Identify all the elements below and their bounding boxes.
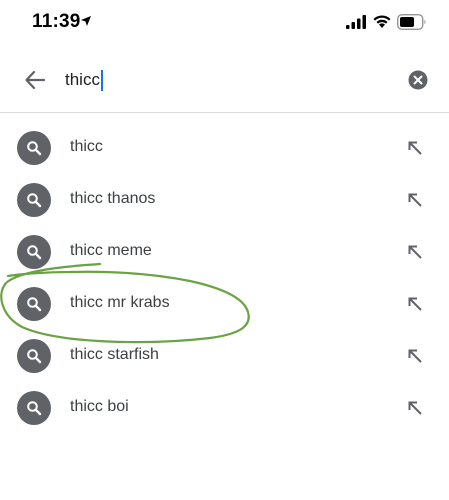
wifi-icon <box>373 15 391 28</box>
fill-query-arrow-icon[interactable] <box>406 399 424 417</box>
suggestion-label: thicc meme <box>70 242 152 259</box>
search-icon <box>17 183 51 217</box>
suggestion-label: thicc boi <box>70 398 129 415</box>
search-icon <box>17 235 51 269</box>
clear-icon[interactable] <box>408 70 428 90</box>
search-icon <box>17 131 51 165</box>
location-arrow-icon <box>81 16 91 26</box>
suggestion-item[interactable]: thicc starfish <box>0 330 449 382</box>
suggestion-item[interactable]: thicc mr krabs <box>0 278 449 330</box>
search-query-text: thicc <box>65 70 100 89</box>
suggestion-label: thicc starfish <box>70 346 159 363</box>
fill-query-arrow-icon[interactable] <box>406 243 424 261</box>
back-button[interactable] <box>22 67 48 93</box>
suggestion-label: thicc <box>70 138 103 155</box>
text-cursor <box>100 69 103 91</box>
arrow-back-icon <box>25 70 46 90</box>
suggestion-item[interactable]: thicc meme <box>0 226 449 278</box>
search-header: thicc <box>0 50 449 113</box>
suggestion-item[interactable]: thicc <box>0 122 449 174</box>
suggestion-item[interactable]: thicc boi <box>0 382 449 434</box>
fill-query-arrow-icon[interactable] <box>406 191 424 209</box>
suggestion-list: thicc thicc thanos thicc meme thicc mr k… <box>0 122 449 434</box>
search-screen: 11:39 thicc thicc thicc thanos thicc mem… <box>0 0 449 500</box>
fill-query-arrow-icon[interactable] <box>406 139 424 157</box>
suggestion-label: thicc thanos <box>70 190 156 207</box>
search-icon <box>17 339 51 373</box>
battery-icon <box>397 14 426 30</box>
search-icon <box>17 391 51 425</box>
fill-query-arrow-icon[interactable] <box>406 347 424 365</box>
suggestion-label: thicc mr krabs <box>70 294 170 311</box>
status-time: 11:39 <box>32 11 81 32</box>
fill-query-arrow-icon[interactable] <box>406 295 424 313</box>
search-icon <box>17 287 51 321</box>
cellular-signal-icon <box>346 15 366 29</box>
suggestion-item[interactable]: thicc thanos <box>0 174 449 226</box>
search-input[interactable]: thicc <box>65 66 103 94</box>
status-bar: 11:39 <box>0 0 449 48</box>
